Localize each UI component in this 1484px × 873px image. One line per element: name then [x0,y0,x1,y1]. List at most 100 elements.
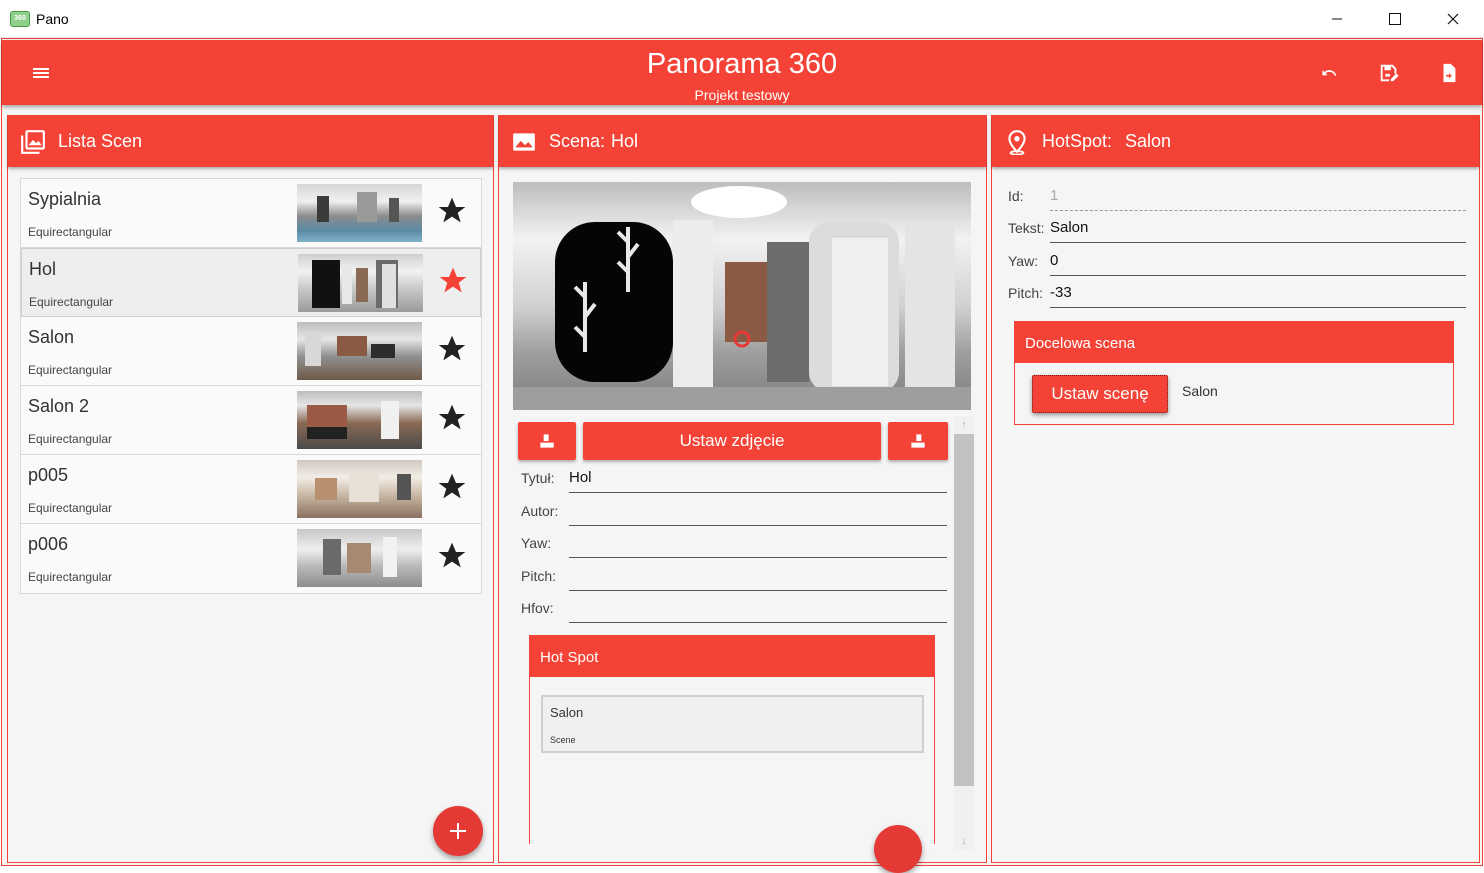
app-title: Panorama 360 [646,48,838,80]
title-input[interactable]: Hol [569,463,947,493]
hotspot-section: Hot Spot Salon Scene [529,635,935,873]
scene-title-prefix: Scena: [549,131,606,151]
scroll-down-arrow-icon[interactable]: ↓ [954,832,974,850]
pitch-input[interactable] [569,561,947,591]
minimize-icon [1332,18,1342,20]
text-input[interactable]: Salon [1050,213,1466,243]
pitch-label: Pitch: [521,568,557,584]
scene-header: Scena: Hol [499,116,986,167]
hotspot-panel: HotSpot: Salon Id: 1 Tekst: Salon Yaw: 0… [991,115,1480,863]
scrollbar-thumb[interactable] [954,434,974,786]
scroll-up-arrow-icon[interactable]: ↑ [954,416,974,434]
close-icon [1447,13,1459,25]
target-scene-title: Docelowa scena [1015,322,1453,363]
author-label: Autor: [521,503,559,519]
title-field: Tytuł: Hol [521,463,947,493]
scene-thumbnail [297,460,422,518]
flip-left-icon [540,434,554,448]
scene-thumbnail [297,322,422,380]
hotspot-title-prefix: HotSpot: [1042,131,1113,151]
app-logo-icon: 360 [10,11,30,27]
scene-item-p006[interactable]: p006 Equirectangular [21,524,481,593]
favorite-star-icon[interactable] [437,265,469,297]
hotspot-name: Salon [550,705,584,720]
favorite-star-icon[interactable] [436,471,468,503]
save-button[interactable] [1378,62,1400,84]
scene-title-name: Hol [611,131,639,151]
app-window: Panorama 360 Projekt testowy Lista Scen … [1,38,1483,873]
author-input[interactable] [569,496,947,526]
panorama-preview[interactable] [513,182,971,410]
scene-list-title: Lista Scen [58,131,143,151]
scene-thumbnail [297,184,422,242]
export-button[interactable] [1438,62,1460,84]
undo-icon [1322,70,1337,76]
yaw-input[interactable]: 0 [1050,246,1466,276]
set-photo-button[interactable]: Ustaw zdjęcie [583,422,881,460]
hotspot-yaw-field: Yaw: 0 [1008,246,1466,276]
window-title: Pano [36,11,69,27]
next-photo-button[interactable] [888,422,948,460]
pitch-field: Pitch: [521,561,947,591]
hotspot-type: Scene [550,735,576,745]
hotspot-pitch-field: Pitch: -33 [1008,278,1466,308]
image-icon [513,133,535,151]
hotspot-title-name: Salon [1125,131,1172,151]
close-button[interactable] [1424,0,1482,38]
scene-panel: Scena: Hol Ustaw zdjęcie Tytuł: Hol Auto… [498,115,987,873]
author-field: Autor: [521,496,947,526]
hotspot-list-item[interactable]: Salon Scene [541,695,924,753]
scene-item-sypialnia[interactable]: Sypialnia Equirectangular [21,179,481,248]
hotspot-header: HotSpot: Salon [992,116,1479,167]
save-edit-icon [1380,64,1399,82]
project-subtitle: Projekt testowy [694,87,790,103]
id-label: Id: [1008,188,1024,204]
favorite-star-icon[interactable] [436,540,468,572]
scene-type: Equirectangular [28,570,113,584]
scene-name: p005 [28,465,69,485]
flip-right-icon [911,434,925,448]
maximize-icon [1389,13,1401,25]
scene-name: Sypialnia [28,189,102,209]
scene-list: Sypialnia Equirectangular Hol Equirectan… [20,178,482,594]
target-scene-section: Docelowa scena Ustaw scenę Salon [1014,321,1454,425]
add-hotspot-button[interactable] [874,825,922,873]
scene-name: Salon [28,327,75,347]
favorite-star-icon[interactable] [436,195,468,227]
scene-type: Equirectangular [28,225,113,239]
scene-name: Salon 2 [28,396,90,416]
favorite-star-icon[interactable] [436,333,468,365]
yaw-field: Yaw: [521,528,947,558]
id-input: 1 [1050,181,1466,211]
favorite-star-icon[interactable] [436,402,468,434]
scene-item-salon[interactable]: Salon Equirectangular [21,317,481,386]
yaw-input[interactable] [569,528,947,558]
hfov-input[interactable] [569,593,947,623]
yaw-label: Yaw: [521,535,552,551]
minimize-button[interactable] [1308,0,1366,38]
scene-type: Equirectangular [29,295,114,309]
set-scene-button[interactable]: Ustaw scenę [1032,375,1168,413]
scene-list-panel: Lista Scen Sypialnia Equirectangular Hol… [7,115,494,863]
scene-thumbnail [297,529,422,587]
previous-photo-button[interactable] [518,422,576,460]
hfov-field: Hfov: [521,593,947,623]
scene-type: Equirectangular [28,432,113,446]
scene-list-header: Lista Scen [8,116,493,167]
scene-name: Hol [29,259,57,279]
hotspot-section-title: Hot Spot [530,635,934,677]
text-label: Tekst: [1008,220,1045,236]
pitch-input[interactable]: -33 [1050,278,1466,308]
scene-item-p005[interactable]: p005 Equirectangular [21,455,481,524]
window-titlebar: 360 Pano [0,0,1484,38]
scene-item-hol[interactable]: Hol Equirectangular [21,248,481,317]
plus-icon [450,823,466,839]
add-scene-button[interactable] [433,806,483,856]
file-export-icon [1443,63,1456,83]
maximize-button[interactable] [1366,0,1424,38]
pitch-label: Pitch: [1008,285,1044,301]
scene-scrollbar[interactable]: ↑ ↓ [954,416,974,850]
hfov-label: Hfov: [521,600,554,616]
undo-button[interactable] [1318,62,1340,84]
scene-item-salon-2[interactable]: Salon 2 Equirectangular [21,386,481,455]
